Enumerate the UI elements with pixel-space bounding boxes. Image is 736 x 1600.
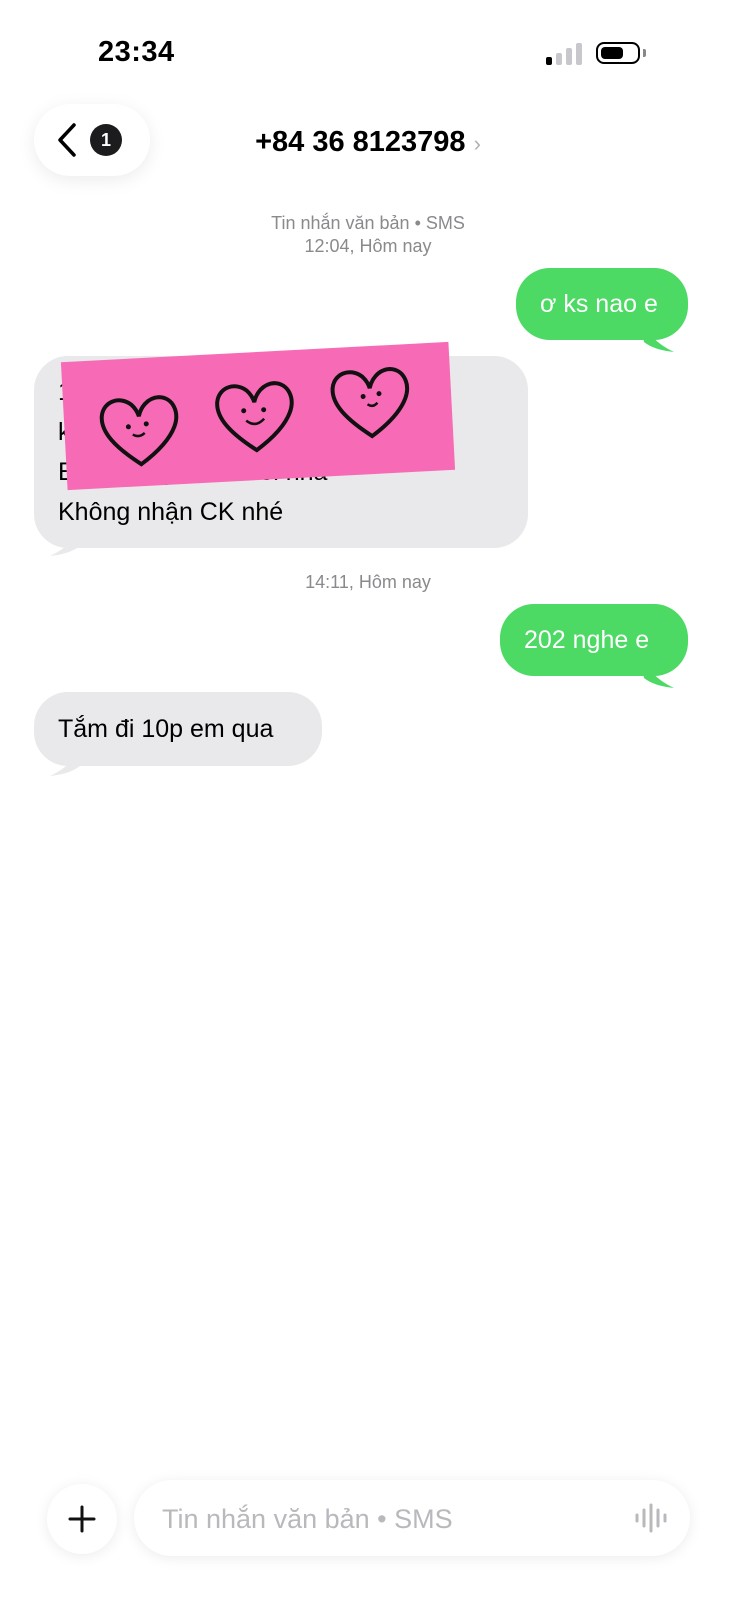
battery-icon	[596, 42, 640, 64]
message-input[interactable]	[160, 1498, 614, 1540]
message-timestamp: 14:11, Hôm nay	[305, 572, 431, 592]
audio-waveform-icon[interactable]	[634, 1502, 668, 1534]
plus-icon	[68, 1505, 96, 1533]
message-composer[interactable]	[134, 1480, 690, 1556]
contact-title[interactable]: +84 36 8123798 ›	[0, 126, 736, 159]
heart-icon	[215, 381, 294, 453]
contact-number[interactable]: +84 36 8123798	[255, 126, 465, 158]
incoming-message[interactable]: Tắm đi 10p em qua	[34, 692, 322, 766]
heart-icon	[99, 395, 179, 467]
message-meta: Tin nhắn văn bản • SMS 12:04, Hôm nay	[0, 212, 736, 258]
outgoing-message[interactable]: 202 nghe e	[500, 604, 688, 676]
message-meta: 14:11, Hôm nay	[0, 571, 736, 594]
censor-sticker	[60, 341, 456, 491]
chevron-right-icon: ›	[473, 131, 481, 156]
signal-strength-icon	[546, 43, 584, 65]
outgoing-message[interactable]: ơ ks nao e	[516, 268, 688, 340]
battery-tip	[643, 49, 646, 57]
heart-icon	[330, 367, 410, 439]
add-attachment-button[interactable]	[47, 1484, 117, 1554]
status-time: 23:34	[98, 36, 175, 68]
message-service: Tin nhắn văn bản • SMS	[271, 213, 465, 233]
message-timestamp: 12:04, Hôm nay	[304, 236, 432, 256]
